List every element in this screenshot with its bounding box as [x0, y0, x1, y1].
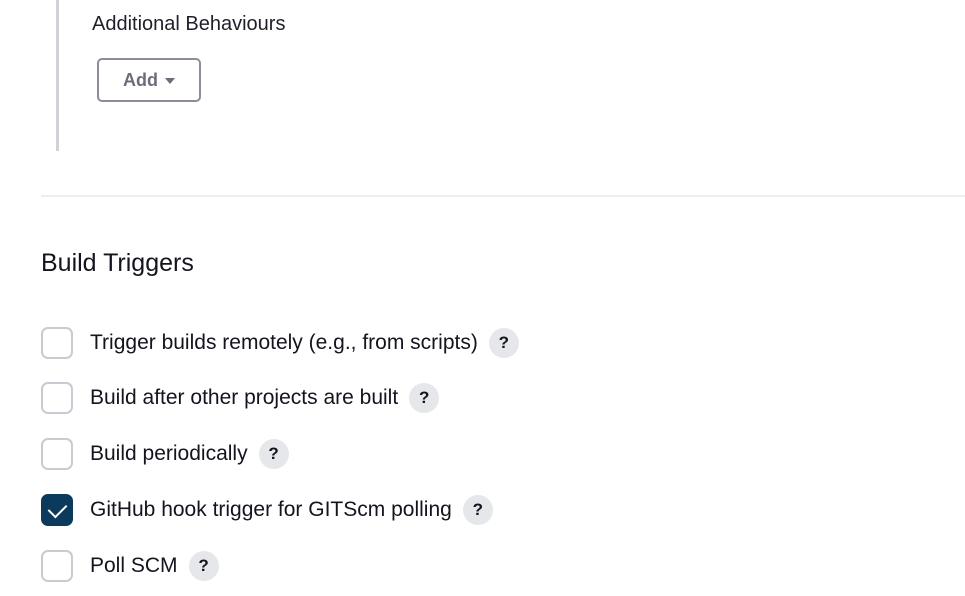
chevron-down-icon: [165, 78, 175, 84]
poll-scm-checkbox[interactable]: [41, 550, 73, 582]
trigger-remote-row: Trigger builds remotely (e.g., from scri…: [41, 327, 519, 359]
build-after-other-label[interactable]: Build after other projects are built: [90, 386, 398, 410]
build-periodically-label[interactable]: Build periodically: [90, 442, 248, 466]
help-icon[interactable]: ?: [488, 328, 519, 358]
build-periodically-checkbox[interactable]: [41, 438, 73, 470]
section-divider: [41, 195, 965, 197]
poll-scm-label[interactable]: Poll SCM: [90, 554, 178, 578]
add-behaviour-button[interactable]: Add: [97, 58, 201, 102]
checkmark-icon: [47, 498, 67, 518]
add-button-label: Add: [123, 69, 158, 90]
build-after-other-row: Build after other projects are built ?: [41, 382, 440, 414]
poll-scm-row: Poll SCM ?: [41, 550, 219, 582]
additional-behaviours-label: Additional Behaviours: [92, 13, 286, 35]
github-hook-label[interactable]: GitHub hook trigger for GITScm polling: [90, 498, 452, 522]
trigger-remote-label[interactable]: Trigger builds remotely (e.g., from scri…: [90, 331, 478, 355]
job-configuration-page: Additional Behaviours Add Build Triggers…: [0, 0, 965, 596]
build-triggers-title: Build Triggers: [41, 249, 194, 277]
help-icon[interactable]: ?: [409, 383, 440, 413]
build-periodically-row: Build periodically ?: [41, 438, 289, 470]
additional-behaviours-section: Additional Behaviours Add: [56, 0, 659, 151]
build-after-other-checkbox[interactable]: [41, 382, 73, 414]
trigger-remote-checkbox[interactable]: [41, 327, 73, 359]
help-icon[interactable]: ?: [462, 495, 493, 525]
help-icon[interactable]: ?: [188, 551, 219, 581]
github-hook-checkbox[interactable]: [41, 494, 73, 526]
github-hook-row: GitHub hook trigger for GITScm polling ?: [41, 494, 493, 526]
help-icon[interactable]: ?: [258, 439, 289, 469]
